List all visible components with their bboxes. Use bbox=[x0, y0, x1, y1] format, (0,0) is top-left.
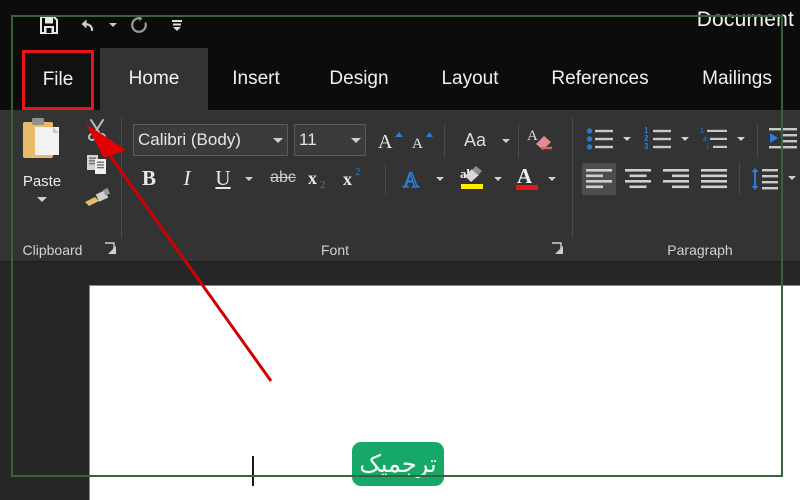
copy-icon[interactable] bbox=[80, 148, 114, 180]
tab-references[interactable]: References bbox=[526, 48, 674, 110]
numbering-icon[interactable]: 1 2 3 bbox=[643, 124, 675, 154]
text-cursor bbox=[252, 456, 254, 486]
clipboard-icon bbox=[19, 116, 65, 171]
tab-home[interactable]: Home bbox=[100, 48, 208, 110]
line-spacing-icon[interactable] bbox=[748, 163, 782, 195]
font-dialog-launcher-icon[interactable] bbox=[551, 242, 564, 255]
svg-text:A: A bbox=[527, 128, 538, 144]
font-name-dropdown-icon[interactable] bbox=[273, 137, 283, 143]
svg-text:A: A bbox=[412, 136, 423, 151]
tab-insert[interactable]: Insert bbox=[208, 48, 304, 110]
text-highlight-color-icon[interactable]: ab bbox=[456, 162, 488, 194]
watermark-badge: ترجمیک bbox=[352, 442, 444, 486]
word-window: Document File Home Insert Design Layout … bbox=[0, 0, 800, 500]
ribbon: Paste Clipboard Calibri (Body) 11 A A Aa… bbox=[0, 110, 800, 262]
redo-icon[interactable] bbox=[120, 10, 158, 40]
font-separator-2 bbox=[518, 124, 519, 158]
subscript-icon[interactable]: x 2 bbox=[306, 164, 334, 192]
text-effects-dropdown-icon[interactable] bbox=[434, 173, 446, 185]
tab-mailings[interactable]: Mailings bbox=[674, 48, 800, 110]
justify-icon[interactable] bbox=[697, 163, 731, 195]
font-size-input[interactable]: 11 bbox=[294, 124, 366, 156]
bold-icon[interactable]: B bbox=[136, 164, 162, 192]
grow-font-icon[interactable]: A bbox=[375, 126, 405, 154]
align-center-icon[interactable] bbox=[621, 163, 655, 195]
group-separator bbox=[121, 118, 122, 238]
document-title: Document bbox=[696, 8, 794, 31]
font-group-label: Font bbox=[320, 242, 349, 258]
clear-formatting-icon[interactable]: A bbox=[526, 124, 556, 154]
paste-dropdown-icon[interactable] bbox=[37, 197, 47, 202]
text-effects-icon[interactable]: A bbox=[398, 164, 428, 194]
paragraph-separator-1 bbox=[757, 124, 758, 158]
svg-text:A: A bbox=[517, 164, 533, 188]
font-separator-3 bbox=[385, 164, 386, 194]
multilevel-list-dropdown-icon[interactable] bbox=[735, 133, 747, 145]
undo-dropdown-icon[interactable] bbox=[106, 10, 120, 40]
customize-quick-access-toolbar-icon[interactable] bbox=[158, 10, 196, 40]
bullets-icon[interactable] bbox=[585, 124, 617, 154]
bullets-dropdown-icon[interactable] bbox=[621, 133, 633, 145]
paste-label: Paste bbox=[22, 173, 62, 190]
change-case-dropdown-icon[interactable] bbox=[500, 135, 512, 147]
text-highlight-dropdown-icon[interactable] bbox=[492, 173, 504, 185]
clipboard-group-label: Clipboard bbox=[22, 242, 83, 258]
svg-text:x: x bbox=[308, 168, 317, 188]
underline-dropdown-icon[interactable] bbox=[243, 173, 255, 185]
strikethrough-icon[interactable]: abc bbox=[266, 166, 300, 190]
align-left-icon[interactable] bbox=[582, 163, 616, 195]
document-page[interactable] bbox=[90, 286, 800, 500]
numbering-dropdown-icon[interactable] bbox=[679, 133, 691, 145]
format-painter-icon[interactable] bbox=[80, 182, 114, 214]
svg-text:A: A bbox=[378, 131, 393, 151]
annotation-highlight-file[interactable]: File bbox=[22, 50, 94, 110]
change-case-icon[interactable]: Aa bbox=[452, 126, 498, 154]
quick-access-toolbar bbox=[30, 10, 196, 40]
svg-text:A: A bbox=[403, 167, 419, 192]
clipboard-dialog-launcher-icon[interactable] bbox=[104, 242, 117, 255]
undo-icon[interactable] bbox=[68, 10, 106, 40]
cut-icon[interactable] bbox=[80, 114, 114, 146]
save-icon[interactable] bbox=[30, 10, 68, 40]
font-name-value: Calibri (Body) bbox=[138, 130, 241, 149]
font-color-dropdown-icon[interactable] bbox=[546, 173, 558, 185]
svg-text:2: 2 bbox=[320, 179, 326, 191]
svg-text:x: x bbox=[343, 169, 352, 189]
italic-icon[interactable]: I bbox=[175, 164, 199, 192]
decrease-indent-icon[interactable] bbox=[766, 124, 800, 154]
font-name-input[interactable]: Calibri (Body) bbox=[133, 124, 288, 156]
svg-text:3: 3 bbox=[644, 142, 649, 151]
group-separator-2 bbox=[572, 118, 573, 238]
shrink-font-icon[interactable]: A bbox=[408, 126, 436, 154]
svg-text:a: a bbox=[703, 136, 707, 143]
watermark-text: ترجمیک bbox=[359, 450, 437, 478]
font-separator-1 bbox=[444, 124, 445, 158]
paragraph-group-label: Paragraph bbox=[667, 242, 733, 258]
annotation-file-label: File bbox=[42, 69, 74, 90]
svg-text:1: 1 bbox=[700, 128, 704, 135]
paste-button[interactable]: Paste bbox=[10, 116, 74, 224]
multilevel-list-icon[interactable]: 1 a i bbox=[699, 124, 731, 154]
font-size-value: 11 bbox=[299, 130, 317, 149]
tab-design[interactable]: Design bbox=[304, 48, 414, 110]
underline-icon[interactable]: U bbox=[210, 164, 236, 192]
paragraph-separator-2 bbox=[739, 163, 740, 195]
tab-layout[interactable]: Layout bbox=[414, 48, 526, 110]
superscript-icon[interactable]: x 2 bbox=[341, 164, 369, 192]
font-color-icon[interactable]: A bbox=[512, 162, 542, 194]
line-spacing-dropdown-icon[interactable] bbox=[786, 172, 798, 184]
svg-text:i: i bbox=[707, 144, 709, 151]
title-bar: Document bbox=[0, 0, 800, 48]
font-size-dropdown-icon[interactable] bbox=[351, 137, 361, 143]
svg-text:2: 2 bbox=[355, 166, 361, 178]
align-right-icon[interactable] bbox=[659, 163, 693, 195]
ribbon-tab-strip: File Home Insert Design Layout Reference… bbox=[0, 48, 800, 110]
